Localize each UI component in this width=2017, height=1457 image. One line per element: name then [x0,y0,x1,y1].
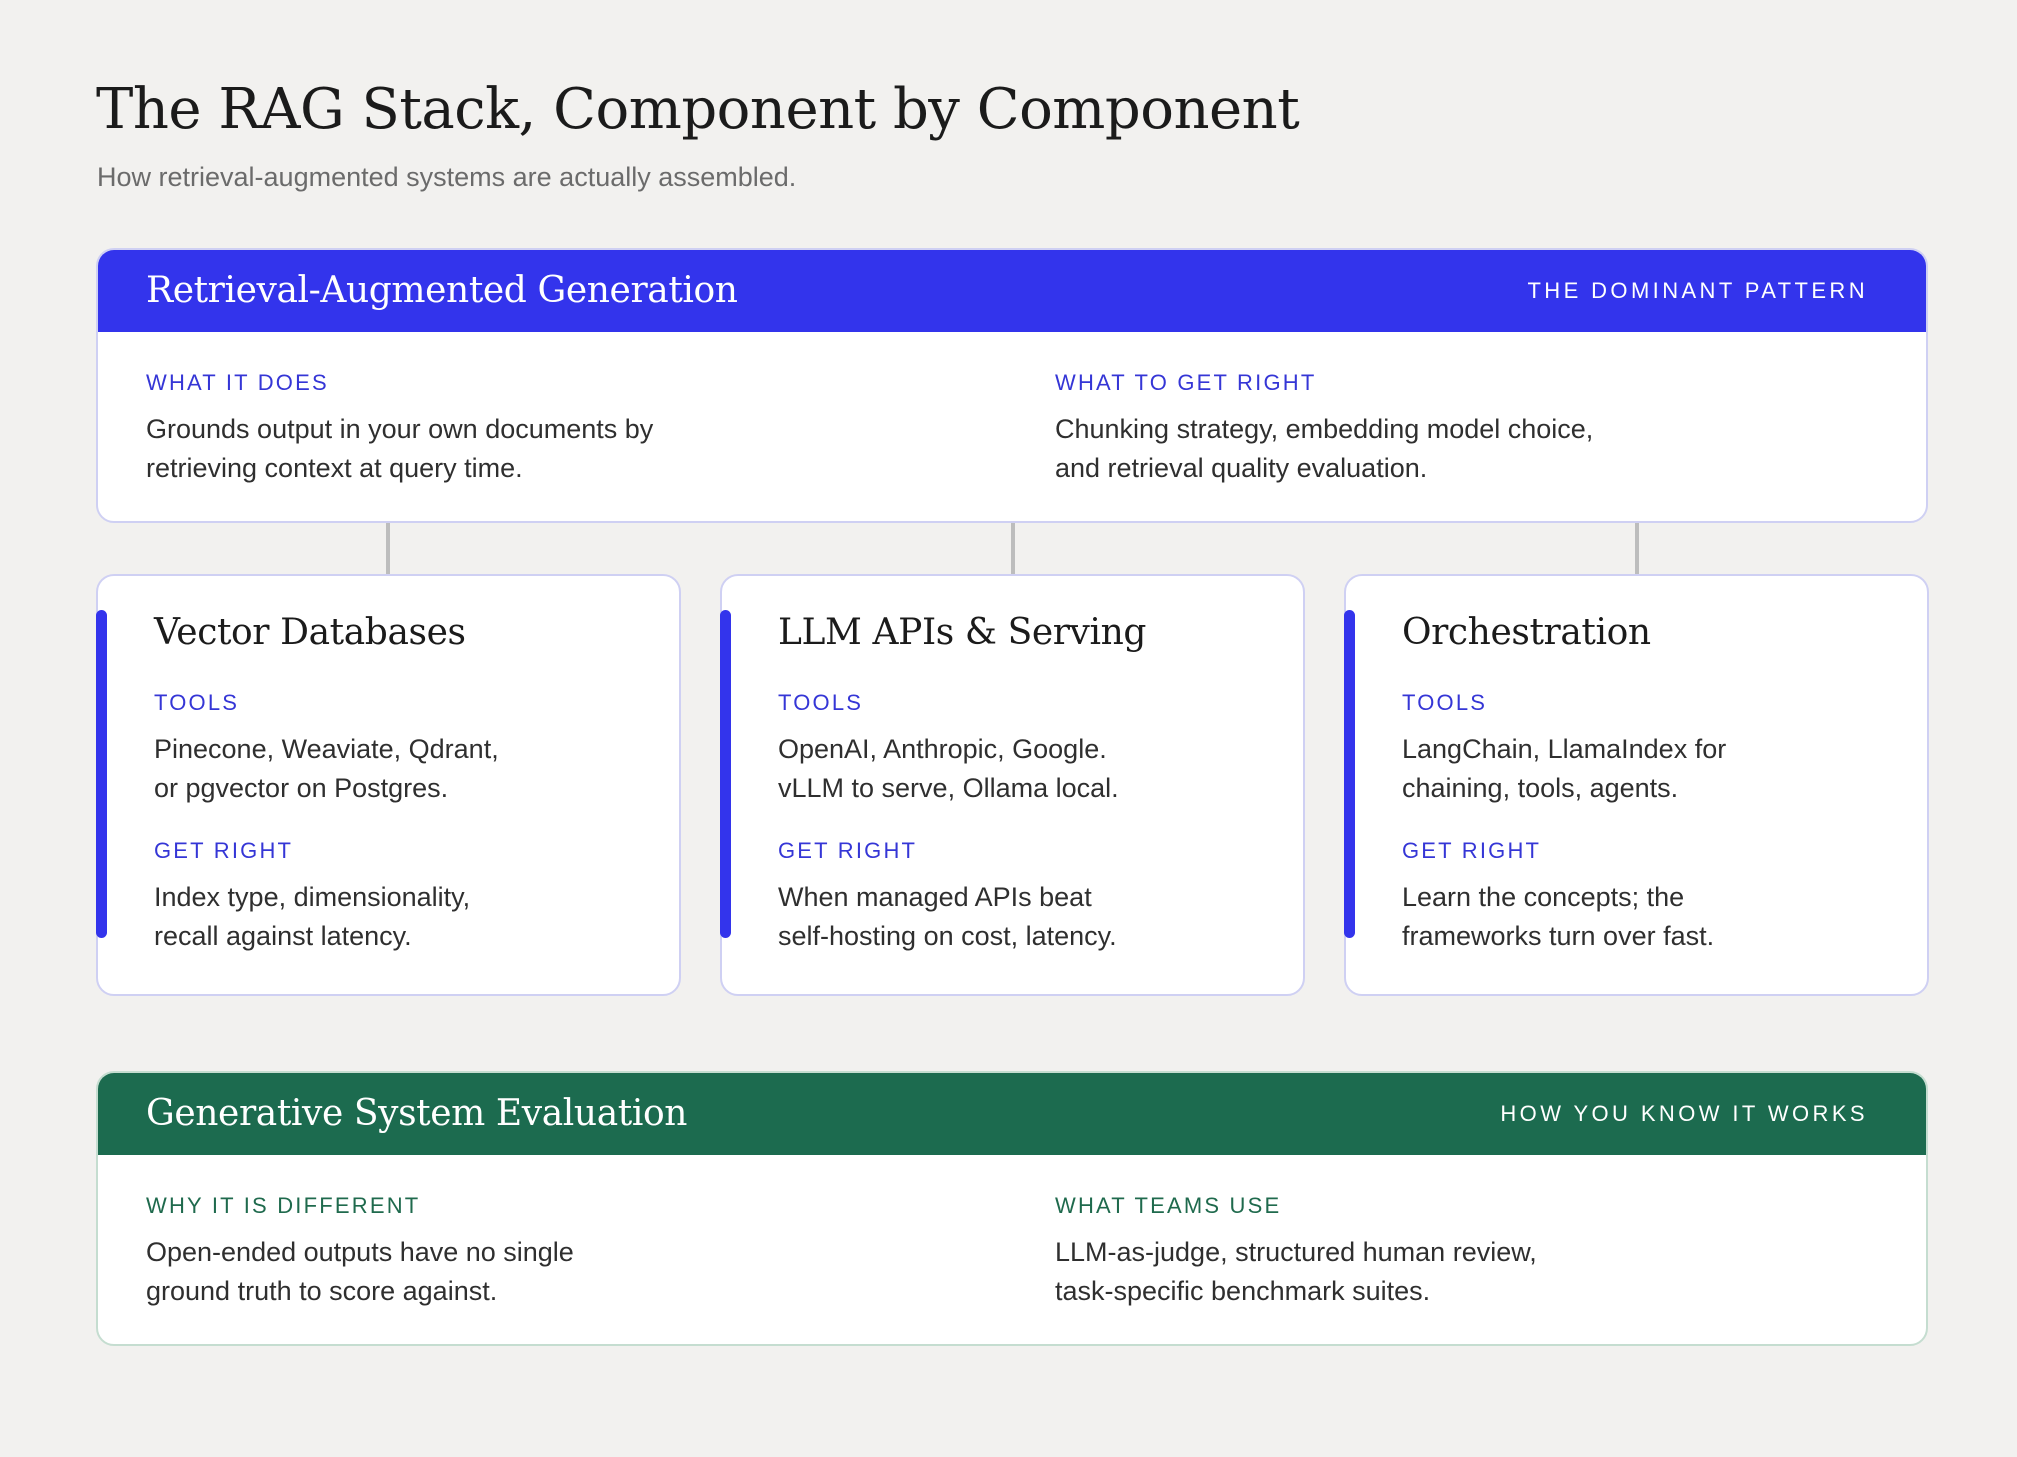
rag-panel: Retrieval-Augmented Generation THE DOMIN… [96,248,1928,523]
evaluation-panel: Generative System Evaluation HOW YOU KNO… [96,1071,1928,1346]
evaluation-panel-title: Generative System Evaluation [146,1093,687,1134]
evaluation-panel-header: Generative System Evaluation HOW YOU KNO… [98,1073,1926,1155]
eval-right-label: WHAT TEAMS USE [1055,1193,1282,1218]
rag-panel-title: Retrieval-Augmented Generation [146,270,738,311]
card-tools-label: TOOLS [154,690,240,715]
rag-what-to-get-right: WHAT TO GET RIGHT Chunking strategy, emb… [1055,368,1655,488]
card-tools-label: TOOLS [1402,690,1488,715]
component-card-orchestration: Orchestration TOOLS LangChain, LlamaInde… [1344,574,1929,996]
rag-left-label: WHAT IT DOES [146,370,329,395]
card-accent-bar [96,610,107,938]
component-card-vector-databases: Vector Databases TOOLS Pinecone, Weaviat… [96,574,681,996]
card-get-right-text: Learn the concepts; the frameworks turn … [1402,882,1715,951]
card-title: Orchestration [1402,612,1651,653]
card-tools-label: TOOLS [778,690,864,715]
eval-right-text: LLM-as-judge, structured human review, t… [1055,1237,1537,1306]
rag-right-text: Chunking strategy, embedding model choic… [1055,414,1594,483]
eval-what-teams-use: WHAT TEAMS USE LLM-as-judge, structured … [1055,1191,1655,1311]
card-get-right-label: GET RIGHT [778,838,918,863]
rag-what-it-does: WHAT IT DOES Grounds output in your own … [146,368,746,488]
component-card-llm-apis-serving: LLM APIs & Serving TOOLS OpenAI, Anthrop… [720,574,1305,996]
card-get-right: GET RIGHT When managed APIs beat self-ho… [778,836,1278,956]
rag-panel-header: Retrieval-Augmented Generation THE DOMIN… [98,250,1926,332]
eval-left-text: Open-ended outputs have no single ground… [146,1237,574,1306]
rag-right-label: WHAT TO GET RIGHT [1055,370,1317,395]
eval-why-different: WHY IT IS DIFFERENT Open-ended outputs h… [146,1191,746,1311]
page-subtitle: How retrieval-augmented systems are actu… [97,162,797,192]
connector-line-vector-db [386,523,390,575]
card-accent-bar [1344,610,1355,938]
card-get-right: GET RIGHT Index type, dimensionality, re… [154,836,654,956]
card-tools-text: LangChain, LlamaIndex for chaining, tool… [1402,734,1727,803]
rag-panel-tag: THE DOMINANT PATTERN [1527,278,1868,303]
card-get-right-text: Index type, dimensionality, recall again… [154,882,471,951]
card-title: Vector Databases [154,612,466,653]
card-get-right: GET RIGHT Learn the concepts; the framew… [1402,836,1902,956]
card-title: LLM APIs & Serving [778,612,1147,653]
connector-line-llm-apis [1011,523,1015,575]
card-tools: TOOLS LangChain, LlamaIndex for chaining… [1402,688,1902,808]
page-title: The RAG Stack, Component by Component [96,77,1300,142]
rag-left-text: Grounds output in your own documents by … [146,414,654,483]
evaluation-panel-tag: HOW YOU KNOW IT WORKS [1500,1101,1868,1126]
card-tools: TOOLS OpenAI, Anthropic, Google. vLLM to… [778,688,1278,808]
card-tools-text: OpenAI, Anthropic, Google. vLLM to serve… [778,734,1119,803]
card-get-right-label: GET RIGHT [154,838,294,863]
card-tools-text: Pinecone, Weaviate, Qdrant, or pgvector … [154,734,499,803]
card-get-right-text: When managed APIs beat self-hosting on c… [778,882,1117,951]
eval-left-label: WHY IT IS DIFFERENT [146,1193,421,1218]
card-accent-bar [720,610,731,938]
card-tools: TOOLS Pinecone, Weaviate, Qdrant, or pgv… [154,688,654,808]
card-get-right-label: GET RIGHT [1402,838,1542,863]
connector-line-orchestration [1635,523,1639,575]
